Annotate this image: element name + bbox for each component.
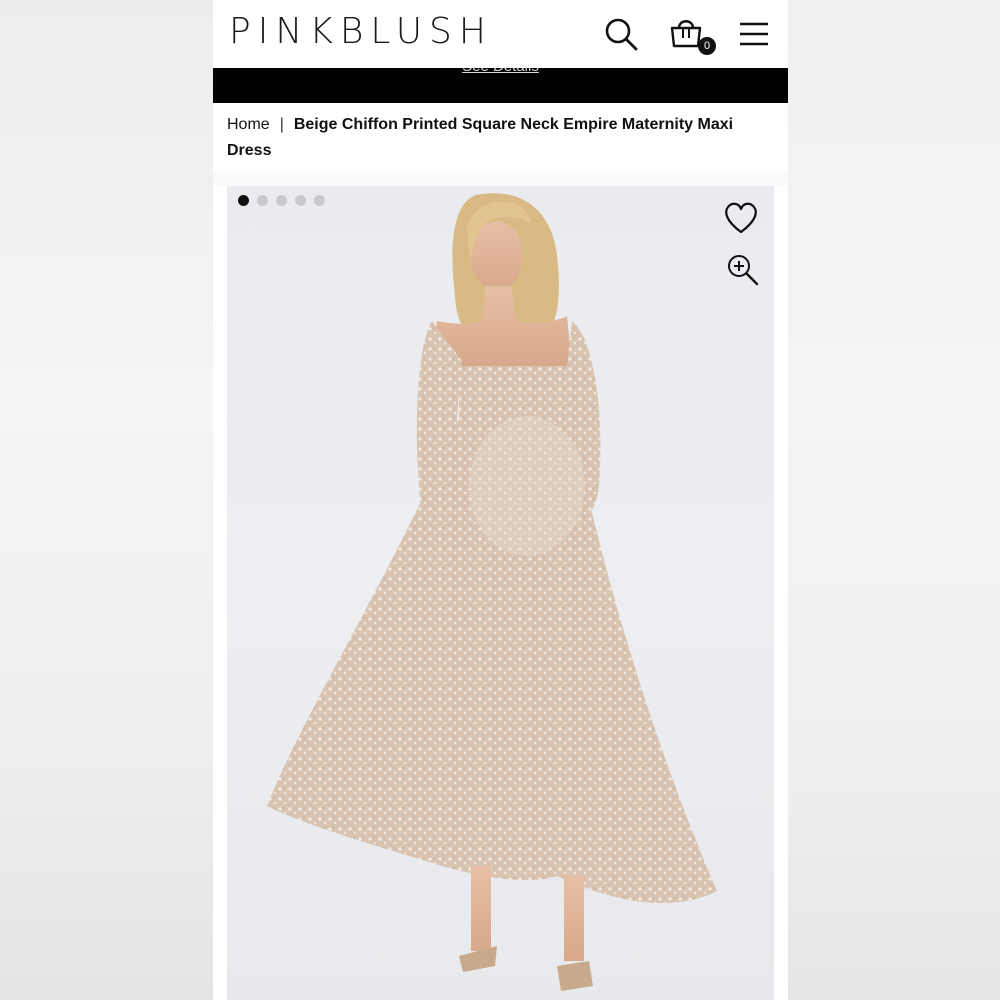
- promo-banner: See Details: [213, 68, 788, 103]
- menu-button[interactable]: [734, 12, 774, 56]
- breadcrumb-separator: |: [279, 116, 284, 133]
- pagination-dot[interactable]: [295, 195, 306, 206]
- background-left: [0, 0, 213, 1000]
- search-button[interactable]: [601, 12, 641, 56]
- brand-logo[interactable]: PINKBLUSH: [229, 10, 493, 54]
- pagination-dot[interactable]: [276, 195, 287, 206]
- cart-count-badge: 0: [698, 37, 716, 55]
- product-photo: [267, 193, 717, 991]
- product-image-gallery[interactable]: [227, 186, 774, 1000]
- image-pagination-dots: [238, 195, 325, 206]
- mobile-page: PINKBLUSH 0 See Details: [213, 0, 788, 1000]
- zoom-in-icon: [728, 255, 759, 286]
- breadcrumb: Home | Beige Chiffon Printed Square Neck E…: [227, 112, 767, 164]
- search-icon: [605, 18, 638, 51]
- breadcrumb-current-page: Beige Chiffon Printed Square Neck Empire…: [227, 116, 734, 159]
- breadcrumb-home-link[interactable]: Home: [227, 116, 270, 133]
- section-divider: [213, 172, 788, 186]
- see-details-link[interactable]: See Details: [213, 68, 788, 77]
- background-right: [788, 0, 1000, 1000]
- hamburger-menu-icon: [740, 22, 768, 46]
- pagination-dot[interactable]: [257, 195, 268, 206]
- pagination-dot[interactable]: [238, 195, 249, 206]
- zoom-button[interactable]: [723, 250, 763, 290]
- heart-icon: [725, 202, 757, 234]
- wishlist-button[interactable]: [721, 198, 761, 238]
- pagination-dot[interactable]: [314, 195, 325, 206]
- site-header: PINKBLUSH 0: [213, 0, 788, 68]
